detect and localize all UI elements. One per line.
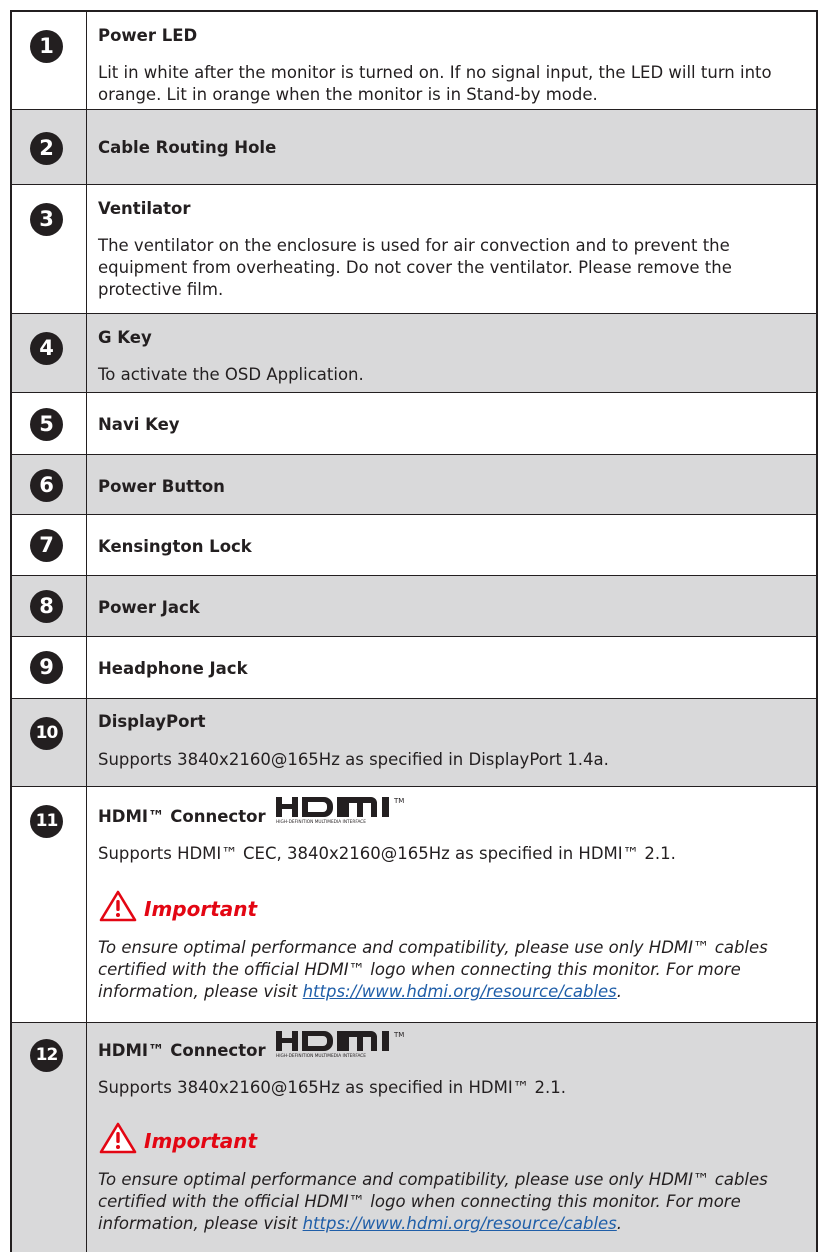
item-title: Power LED	[98, 26, 198, 45]
warning-icon	[99, 1122, 137, 1154]
item-title: Headphone Jack	[98, 659, 248, 678]
hdmi-logo: TM HIGH-DEFINITION MULTIMEDIA INTERFACE	[276, 1031, 404, 1059]
number-badge: 5	[30, 408, 63, 441]
item-title: G Key	[98, 328, 152, 347]
item-title: Kensington Lock	[98, 537, 252, 556]
item-title: DisplayPort	[98, 712, 206, 731]
important-title: Important	[144, 1129, 258, 1153]
item-description: Supports HDMI™ CEC, 3840x2160@165Hz as s…	[98, 844, 676, 863]
table-row: 8 Power Jack	[10, 575, 818, 636]
table-row: 7 Kensington Lock	[10, 514, 818, 575]
important-note: To ensure optimal performance and compat…	[98, 938, 768, 1001]
number-badge: 2	[30, 132, 63, 165]
item-title: Ventilator	[98, 199, 191, 218]
item-title: Power Jack	[98, 598, 200, 617]
warning-icon	[99, 890, 137, 922]
number-badge: 10	[30, 717, 63, 750]
table-row: 5 Navi Key	[10, 392, 818, 454]
number-badge: 12	[30, 1039, 63, 1072]
table-row: 12 HDMI™ Connector TM HIGH-DEFINITION MU…	[10, 1022, 818, 1252]
item-description: The ventilator on the enclosure is used …	[98, 236, 732, 299]
hdmi-logo: TM HIGH-DEFINITION MULTIMEDIA INTERFACE	[276, 797, 404, 825]
svg-text:TM: TM	[393, 1031, 404, 1039]
item-title: Navi Key	[98, 415, 180, 434]
number-badge: 6	[30, 469, 63, 502]
important-note: To ensure optimal performance and compat…	[98, 1170, 768, 1233]
item-title: Power Button	[98, 477, 225, 496]
svg-text:HIGH-DEFINITION MULTIMEDIA INT: HIGH-DEFINITION MULTIMEDIA INTERFACE	[276, 1053, 366, 1059]
table-row: 10 DisplayPort Supports 3840x2160@165Hz …	[10, 698, 818, 786]
number-badge: 4	[30, 332, 63, 365]
svg-text:HIGH-DEFINITION MULTIMEDIA INT: HIGH-DEFINITION MULTIMEDIA INTERFACE	[276, 819, 366, 825]
table-row: 6 Power Button	[10, 454, 818, 514]
important-title: Important	[144, 897, 258, 921]
item-title: HDMI™ Connector	[98, 807, 266, 826]
number-badge: 8	[30, 590, 63, 623]
table-row: 4 G Key To activate the OSD Application.	[10, 313, 818, 392]
table-row: 1 Power LED Lit in white after the monit…	[10, 10, 818, 109]
number-badge: 3	[30, 203, 63, 236]
item-description: Supports 3840x2160@165Hz as specified in…	[98, 750, 609, 769]
number-badge: 7	[30, 529, 63, 562]
table-row: 3 Ventilator The ventilator on the enclo…	[10, 184, 818, 313]
table-row: 2 Cable Routing Hole	[10, 109, 818, 184]
number-badge: 1	[30, 30, 63, 63]
number-badge: 9	[30, 651, 63, 684]
number-badge: 11	[30, 805, 63, 838]
item-title: HDMI™ Connector	[98, 1041, 266, 1060]
item-description: To activate the OSD Application.	[98, 365, 364, 384]
item-description: Lit in white after the monitor is turned…	[98, 63, 772, 104]
item-description: Supports 3840x2160@165Hz as specified in…	[98, 1078, 566, 1097]
hdmi-cables-link[interactable]: https://www.hdmi.org/resource/cables	[303, 982, 617, 1001]
table-row: 9 Headphone Jack	[10, 636, 818, 698]
table-row: 11 HDMI™ Connector TM HIGH-DEFINITION MU…	[10, 786, 818, 1022]
components-table: 1 Power LED Lit in white after the monit…	[10, 10, 818, 1252]
svg-text:TM: TM	[393, 797, 404, 805]
hdmi-cables-link[interactable]: https://www.hdmi.org/resource/cables	[303, 1214, 617, 1233]
item-title: Cable Routing Hole	[98, 138, 277, 157]
